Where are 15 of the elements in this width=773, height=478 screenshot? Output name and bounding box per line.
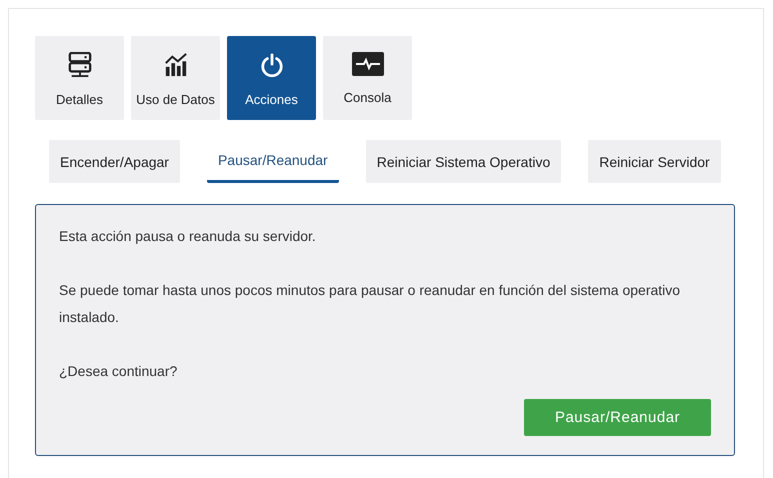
- power-icon: [260, 52, 284, 78]
- pulse-monitor-icon: [352, 52, 384, 76]
- paragraph: Se puede tomar hasta unos pocos minutos para pausar o reanudar en función del sistema operativo instalado.: [59, 281, 682, 327]
- tab[interactable]: Encender/Apagar: [49, 140, 180, 183]
- bar-chart-icon: [164, 52, 188, 78]
- tab[interactable]: Uso de Datos: [131, 36, 220, 120]
- tab[interactable]: Consola: [323, 36, 412, 120]
- tab[interactable]: Acciones: [227, 36, 316, 120]
- tab[interactable]: Reiniciar Servidor: [588, 140, 721, 183]
- paragraph: Esta acción pausa o reanuda su servidor.: [59, 227, 317, 246]
- tab[interactable]: Detalles: [35, 36, 124, 120]
- tab[interactable]: Reiniciar Sistema Operativo: [366, 140, 562, 183]
- tab[interactable]: Pausar/Reanudar: [206, 140, 339, 183]
- paragraph: ¿Desea continuar?: [59, 362, 178, 381]
- server-icon: [68, 52, 92, 78]
